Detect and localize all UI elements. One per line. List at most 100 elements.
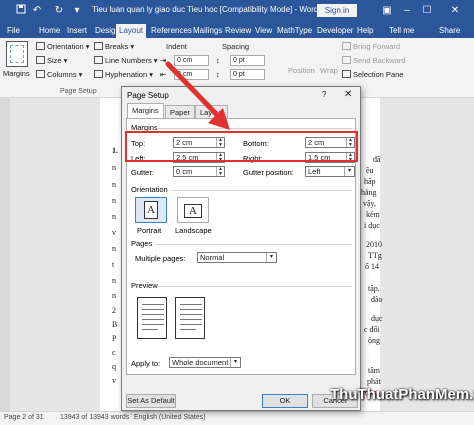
- doc-text: v: [112, 228, 116, 237]
- columns-button[interactable]: Columns ▾: [36, 70, 82, 79]
- orientation-button[interactable]: Orientation ▾: [36, 42, 90, 51]
- doc-text: n: [112, 276, 116, 285]
- dialog-close-icon[interactable]: ✕: [344, 89, 352, 100]
- gutter-position-label: Gutter position:: [243, 168, 294, 177]
- gutter-label: Gutter:: [131, 168, 154, 177]
- help-icon[interactable]: ?: [322, 90, 326, 99]
- tab-view[interactable]: View: [252, 24, 275, 38]
- doc-text: q: [112, 362, 116, 371]
- tab-share[interactable]: Share: [436, 24, 463, 38]
- pages-section-title: Pages: [131, 239, 153, 248]
- send-backward-button[interactable]: Send Backward: [342, 56, 406, 65]
- page-count[interactable]: Page 2 of 31: [4, 414, 44, 421]
- ok-button[interactable]: OK: [262, 394, 308, 408]
- tab-mailings[interactable]: Mailings: [190, 24, 225, 38]
- ribbon-options-icon[interactable]: ▣: [378, 2, 396, 20]
- watermark: ThuThuatPhanMem.vn: [330, 386, 474, 403]
- hyphenation-button[interactable]: Hyphenation ▾: [94, 70, 153, 79]
- doc-text: t: [112, 260, 115, 269]
- doc-text: ố 14: [365, 262, 379, 271]
- doc-text: ều: [366, 166, 374, 175]
- doc-text: vậy,: [363, 199, 377, 208]
- doc-text: c đổi: [364, 325, 380, 334]
- section-divider: [157, 286, 352, 287]
- position-button[interactable]: Position: [288, 66, 315, 75]
- wrap-button[interactable]: Wrap: [320, 66, 338, 75]
- close-icon[interactable]: ✕: [446, 2, 464, 20]
- columns-icon: [36, 70, 45, 78]
- maximize-icon[interactable]: ☐: [418, 2, 436, 20]
- minimize-icon[interactable]: –: [398, 2, 416, 20]
- doc-text: n: [112, 212, 116, 221]
- tab-home[interactable]: Home: [36, 24, 63, 38]
- apply-to-label: Apply to:: [131, 359, 161, 368]
- status-bar: Page 2 of 31 13943 of 13943 words Englis…: [0, 411, 474, 425]
- chevron-down-icon[interactable]: ▾: [344, 167, 354, 176]
- bring-forward-button[interactable]: Bring Forward: [342, 42, 400, 51]
- section-divider: [171, 190, 352, 191]
- multiple-pages-select[interactable]: Normal ▾: [197, 252, 277, 263]
- section-divider: [155, 244, 352, 245]
- tab-tell-me[interactable]: Tell me: [386, 24, 417, 38]
- landscape-button[interactable]: A: [177, 197, 209, 223]
- redo-icon[interactable]: ↻: [52, 4, 66, 18]
- sign-in-button[interactable]: Sign in: [317, 4, 357, 17]
- doc-text: ộng: [368, 336, 380, 345]
- doc-text: i dục: [364, 221, 380, 230]
- tab-insert[interactable]: Insert: [64, 24, 90, 38]
- bring-forward-icon: [342, 42, 351, 50]
- doc-text: hẳng: [361, 188, 377, 197]
- gutter-input[interactable]: 0 cm ▲ ▼: [173, 166, 225, 177]
- save-icon[interactable]: [14, 4, 28, 18]
- portrait-button[interactable]: A: [135, 197, 167, 223]
- breaks-button[interactable]: Breaks ▾: [94, 42, 134, 51]
- word-count[interactable]: 13943 of 13943 words: [60, 414, 129, 421]
- preview-page-icon: [137, 297, 167, 339]
- chevron-down-icon[interactable]: ▾: [266, 253, 276, 262]
- set-as-default-button[interactable]: Set As Default: [126, 394, 176, 408]
- doc-text: n: [112, 180, 116, 189]
- tab-margins[interactable]: Margins: [127, 103, 164, 119]
- portrait-label: Portrait: [137, 226, 162, 235]
- orientation-section-title: Orientation: [131, 185, 168, 194]
- spin-arrows-icon[interactable]: ▲ ▼: [216, 167, 224, 176]
- multiple-pages-label: Multiple pages:: [135, 254, 186, 263]
- annotation-arrow-icon: [165, 61, 230, 130]
- language-status[interactable]: English (United States): [134, 414, 206, 421]
- doc-text: B: [112, 320, 118, 329]
- doc-text: dục: [371, 314, 383, 323]
- size-button[interactable]: Size ▾: [36, 56, 67, 65]
- undo-icon[interactable]: ↶: [30, 4, 44, 18]
- title-bar: ↶ ↻ ▾ Tieu luan quan ly giao duc Tieu ho…: [0, 0, 474, 22]
- doc-text: n: [112, 196, 116, 205]
- chevron-down-icon[interactable]: ▾: [230, 358, 240, 367]
- gutter-position-select[interactable]: Left ▾: [305, 166, 355, 177]
- line-numbers-button[interactable]: Line Numbers ▾: [94, 56, 158, 65]
- page-setup-group-label: Page Setup: [60, 88, 97, 95]
- doc-text: v: [112, 376, 116, 385]
- size-icon: [36, 56, 45, 64]
- margins-button[interactable]: Margins: [3, 69, 30, 78]
- tab-layout[interactable]: Layout: [116, 24, 147, 38]
- selection-pane-button[interactable]: Selection Pane: [342, 70, 403, 79]
- doc-text: 2: [112, 306, 116, 315]
- tab-references[interactable]: References: [148, 24, 195, 38]
- tab-help[interactable]: Help: [354, 24, 376, 38]
- doc-text: hấp: [364, 177, 376, 186]
- line-numbers-icon: [94, 56, 103, 64]
- landscape-label: Landscape: [175, 226, 212, 235]
- customize-icon[interactable]: ▾: [70, 4, 84, 18]
- ribbon-tabs: File Home Insert Design Layout Reference…: [0, 22, 474, 38]
- preview-section-title: Preview: [131, 281, 158, 290]
- doc-text: đào: [371, 295, 383, 304]
- tab-review[interactable]: Review: [222, 24, 254, 38]
- tab-developer[interactable]: Developer: [314, 24, 356, 38]
- doc-text: n: [112, 244, 116, 253]
- tab-mathtype[interactable]: MathType: [274, 24, 315, 38]
- apply-to-select[interactable]: Whole document ▾: [169, 357, 241, 368]
- margins-icon[interactable]: [6, 41, 28, 67]
- doc-text: tâm: [368, 366, 380, 375]
- doc-text: TTg: [368, 251, 382, 260]
- tab-file[interactable]: File: [4, 24, 23, 38]
- selection-pane-icon: [342, 70, 351, 78]
